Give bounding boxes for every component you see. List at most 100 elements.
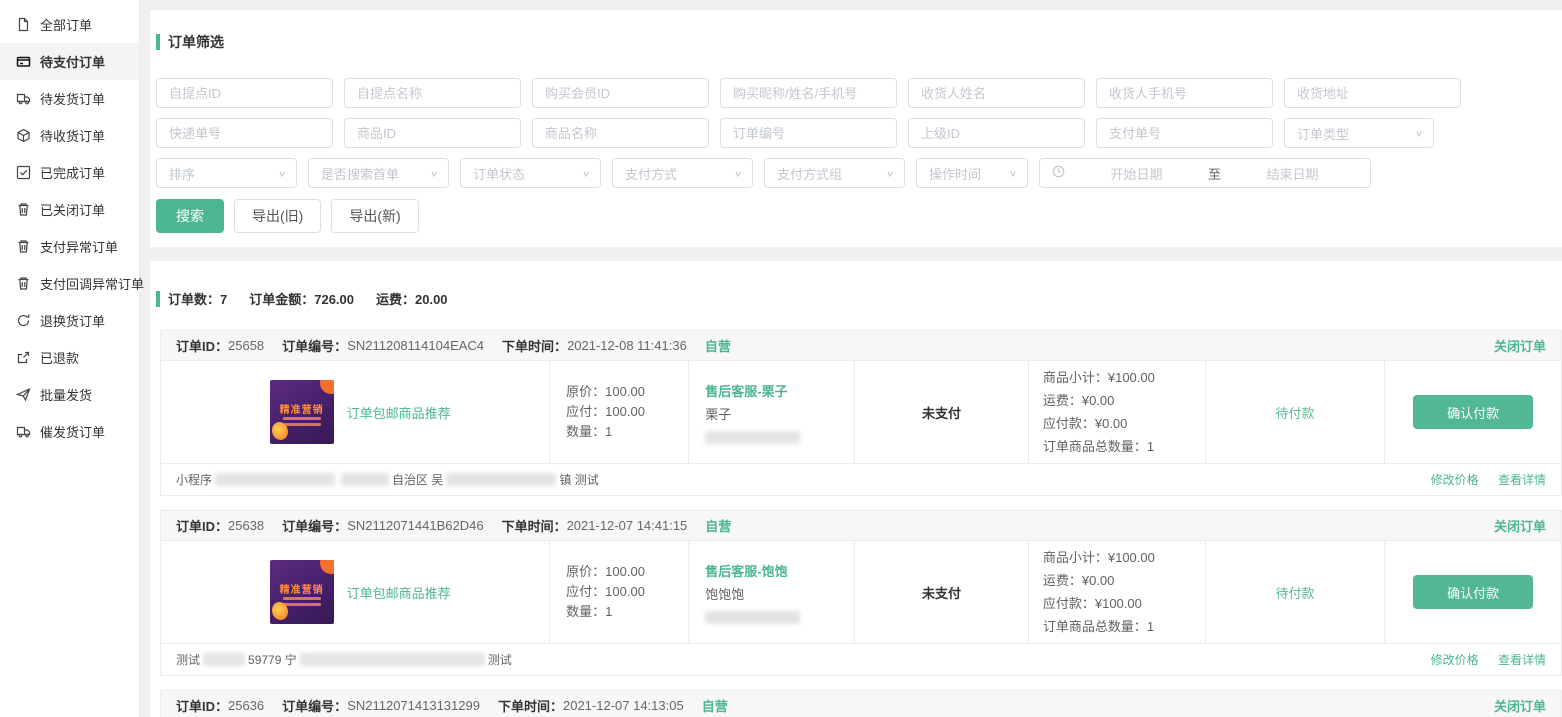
trash-icon — [16, 239, 31, 254]
close-order-link[interactable]: 关闭订单 — [1494, 696, 1546, 715]
address-fragment: 小程序 — [176, 471, 212, 488]
first-order-select[interactable]: 是否搜索首单 ∨ — [308, 158, 449, 188]
price-cell: 原价：100.00 应付：100.00 数量：1 — [550, 541, 689, 643]
sidebar-item-pending-payment[interactable]: 待支付订单 — [0, 43, 139, 80]
sidebar-item-batch-shipment[interactable]: 批量发货 — [0, 376, 139, 413]
product-name-link[interactable]: 订单包邮商品推荐 — [347, 583, 451, 602]
chevron-down-icon: ∨ — [886, 168, 894, 178]
sidebar-item-all-orders[interactable]: 全部订单 — [0, 6, 139, 43]
order-id: 25636 — [228, 698, 264, 713]
order-sn: SN2112071441B62D46 — [347, 518, 483, 533]
sidebar-item-returns[interactable]: 退换货订单 — [0, 302, 139, 339]
total-quantity: 订单商品总数量：1 — [1043, 435, 1205, 458]
action-cell: 确认付款 — [1385, 361, 1561, 463]
sidebar-item-label: 已完成订单 — [40, 163, 105, 182]
sidebar-item-payment-exception[interactable]: 支付异常订单 — [0, 228, 139, 265]
customer-service-cell: 售后客服-饱饱 饱饱饱 — [689, 541, 855, 643]
date-separator: 至 — [1208, 164, 1221, 183]
trash-icon — [16, 202, 31, 217]
operation-time-select[interactable]: 操作时间 ∨ — [916, 158, 1028, 188]
order-sn-input[interactable] — [720, 118, 897, 148]
service-agent-link[interactable]: 售后客服-栗子 — [705, 380, 854, 403]
sidebar-item-refunded[interactable]: 已退款 — [0, 339, 139, 376]
thumb-decor — [272, 422, 288, 440]
truck-icon — [16, 424, 31, 439]
order-type-select[interactable]: 订单类型 ∨ — [1284, 118, 1434, 148]
date-range-picker[interactable]: 开始日期 至 结束日期 — [1039, 158, 1371, 188]
product-thumbnail[interactable]: 精准营销 — [270, 380, 334, 444]
customer-service-cell: 售后客服-栗子 栗子 — [689, 361, 855, 463]
buyer-member-id-input[interactable] — [532, 78, 709, 108]
thumb-decor — [272, 602, 288, 620]
main-area: 订单筛选 订单类型 ∨ — [140, 0, 1562, 717]
receiver-phone-input[interactable] — [1096, 78, 1273, 108]
order-filter-panel: 订单筛选 订单类型 ∨ — [150, 10, 1562, 247]
sidebar-item-label: 全部订单 — [40, 15, 92, 34]
sidebar-item-callback-exception[interactable]: 支付回调异常订单 — [0, 265, 139, 302]
buyer-nickname-input[interactable] — [720, 78, 897, 108]
parent-id-input[interactable] — [908, 118, 1085, 148]
filter-row-3: 排序 ∨ 是否搜索首单 ∨ 订单状态 ∨ 支付方式 ∨ 支付方式组 ∨ — [156, 158, 1562, 188]
product-cell: 精准营销 订单包邮商品推荐 — [161, 541, 550, 643]
export-old-button[interactable]: 导出(旧) — [234, 199, 321, 233]
sidebar-item-pending-shipment[interactable]: 待发货订单 — [0, 80, 139, 117]
receiver-name-input[interactable] — [908, 78, 1085, 108]
sidebar-item-closed[interactable]: 已关闭订单 — [0, 191, 139, 228]
close-order-link[interactable]: 关闭订单 — [1494, 336, 1546, 355]
order-footer: 测试 59779 宁 测试 修改价格 查看详情 — [161, 643, 1561, 675]
payment-method-select[interactable]: 支付方式 ∨ — [612, 158, 753, 188]
order-id: 25638 — [228, 518, 264, 533]
payment-sn-input[interactable] — [1096, 118, 1273, 148]
product-name-input[interactable] — [532, 118, 709, 148]
edit-price-link[interactable]: 修改价格 — [1431, 653, 1479, 667]
search-button[interactable]: 搜索 — [156, 199, 224, 233]
order-time: 2021-12-08 11:41:36 — [567, 338, 687, 353]
confirm-payment-button[interactable]: 确认付款 — [1413, 395, 1533, 429]
export-new-button[interactable]: 导出(新) — [331, 199, 418, 233]
quantity: 数量：1 — [566, 602, 688, 622]
document-icon — [16, 17, 31, 32]
payment-status-cell: 未支付 — [855, 541, 1029, 643]
clock-icon — [1052, 165, 1065, 181]
product-name-link[interactable]: 订单包邮商品推荐 — [347, 403, 451, 422]
confirm-payment-button[interactable]: 确认付款 — [1413, 575, 1533, 609]
quantity: 数量：1 — [566, 422, 688, 442]
stat-order-count: 订单数：7 — [168, 289, 227, 308]
product-id-input[interactable] — [344, 118, 521, 148]
footer-links: 修改价格 查看详情 — [1415, 471, 1546, 488]
self-operated-badge: 自营 — [705, 336, 731, 355]
amount-due: 应付款：¥100.00 — [1043, 592, 1205, 615]
thumb-decor — [320, 380, 334, 394]
order-status-select[interactable]: 订单状态 ∨ — [460, 158, 601, 188]
buyer-name: 饱饱饱 — [705, 583, 854, 606]
service-agent-link[interactable]: 售后客服-饱饱 — [705, 560, 854, 583]
sidebar-item-completed[interactable]: 已完成订单 — [0, 154, 139, 191]
order-body: 精准营销 订单包邮商品推荐 原价：100.00 应付：100.00 数量：1 — [161, 541, 1561, 643]
order-list-panel: 订单数：7 订单金额：726.00 运费：20.00 订单ID：25658 订单… — [150, 261, 1562, 717]
pickup-id-input[interactable] — [156, 78, 333, 108]
original-price: 原价：100.00 — [566, 382, 688, 402]
billing-card-icon — [16, 54, 31, 69]
sidebar-item-urge-shipment[interactable]: 催发货订单 — [0, 413, 139, 450]
pickup-name-input[interactable] — [344, 78, 521, 108]
self-operated-badge: 自营 — [705, 516, 731, 535]
receiver-address-input[interactable] — [1284, 78, 1461, 108]
sidebar-item-label: 已退款 — [40, 348, 79, 367]
view-detail-link[interactable]: 查看详情 — [1498, 653, 1546, 667]
redacted-text — [446, 473, 556, 486]
order-admin-app: 全部订单 待支付订单 待发货订单 待收货订单 已完成订单 已关闭订单 支付异常订… — [0, 0, 1562, 717]
view-detail-link[interactable]: 查看详情 — [1498, 473, 1546, 487]
product-thumbnail[interactable]: 精准营销 — [270, 560, 334, 624]
edit-price-link[interactable]: 修改价格 — [1431, 473, 1479, 487]
sidebar-item-pending-receipt[interactable]: 待收货订单 — [0, 117, 139, 154]
pending-payment-label: 待付款 — [1275, 403, 1314, 422]
payable-price: 应付：100.00 — [566, 402, 688, 422]
sidebar-item-label: 待支付订单 — [40, 52, 105, 71]
self-operated-badge: 自营 — [702, 696, 728, 715]
sort-select[interactable]: 排序 ∨ — [156, 158, 297, 188]
order-header: 订单ID：25658 订单编号：SN211208114104EAC4 下单时间：… — [161, 331, 1561, 361]
payment-group-select[interactable]: 支付方式组 ∨ — [764, 158, 905, 188]
end-date-placeholder: 结束日期 — [1227, 164, 1358, 183]
close-order-link[interactable]: 关闭订单 — [1494, 516, 1546, 535]
tracking-number-input[interactable] — [156, 118, 333, 148]
